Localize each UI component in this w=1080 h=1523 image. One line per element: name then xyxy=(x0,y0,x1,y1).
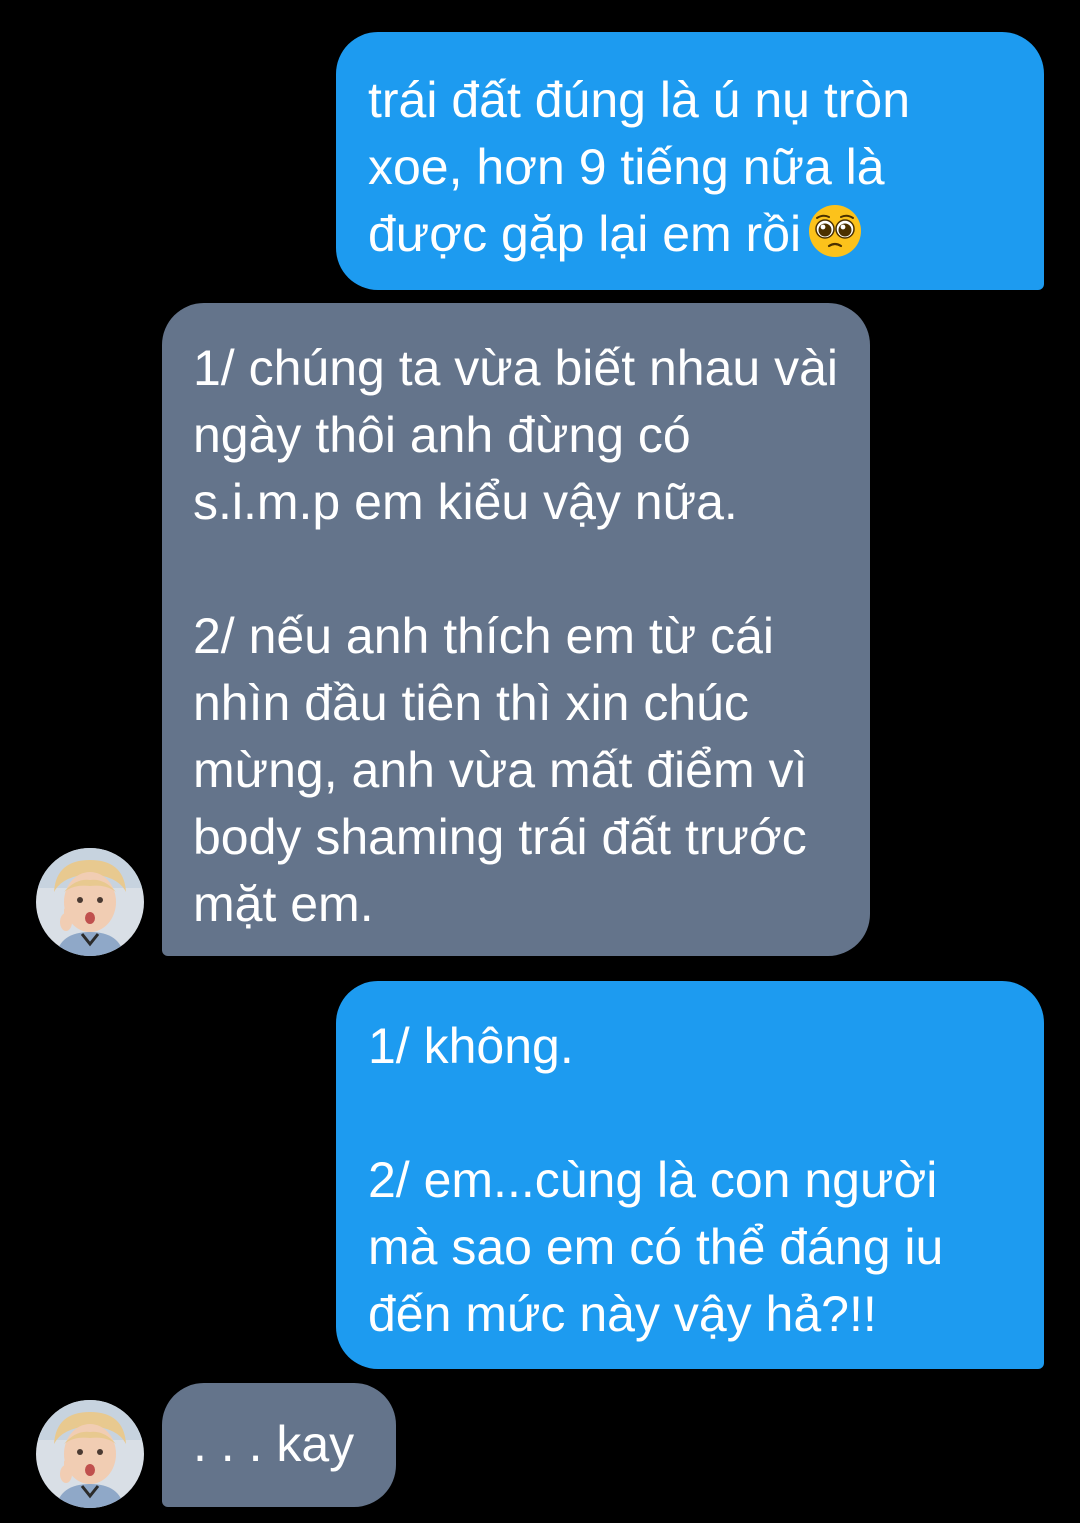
message-thread[interactable]: trái đất đúng là ú nụ tròn xoe, hơn 9 ti… xyxy=(0,0,1080,1523)
avatar[interactable] xyxy=(36,1400,144,1508)
message-text: 1/ không. 2/ em...cùng là con người mà s… xyxy=(368,1018,944,1342)
avatar-photo xyxy=(36,848,144,956)
incoming-message[interactable]: . . . kay xyxy=(162,1383,396,1507)
incoming-message[interactable]: 1/ chúng ta vừa biết nhau vài ngày thôi … xyxy=(162,303,870,956)
avatar[interactable] xyxy=(36,848,144,956)
message-text: 1/ chúng ta vừa biết nhau vài ngày thôi … xyxy=(193,340,839,932)
avatar-photo xyxy=(36,1400,144,1508)
pleading-face-icon xyxy=(809,205,862,257)
outgoing-message[interactable]: trái đất đúng là ú nụ tròn xoe, hơn 9 ti… xyxy=(336,32,1044,290)
message-text: . . . kay xyxy=(193,1416,355,1472)
outgoing-message[interactable]: 1/ không. 2/ em...cùng là con người mà s… xyxy=(336,981,1044,1369)
